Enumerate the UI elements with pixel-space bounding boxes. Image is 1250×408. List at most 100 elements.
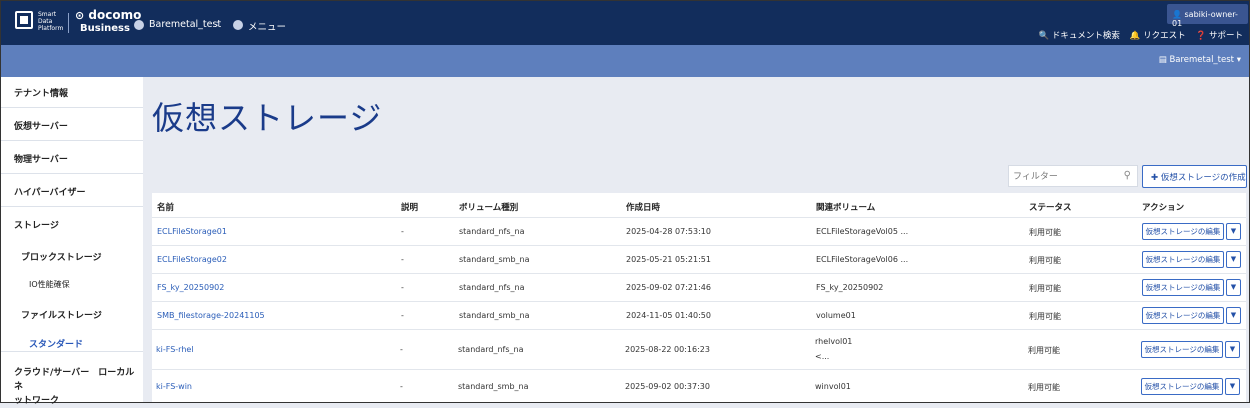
sidebar-item-io-performance[interactable]: IO性能確保 (29, 279, 70, 290)
related-volume-cell: ECLFileStorageVol06 ... (816, 255, 909, 264)
caret-down-icon: ▼ (1230, 283, 1237, 291)
action-dropdown-button[interactable]: ▼ (1225, 378, 1240, 395)
column-header-volume-type[interactable]: ボリューム種別 (459, 201, 518, 213)
status-cell: 利用可能 (1028, 383, 1060, 392)
table-row: ECLFileStorage01 - standard_nfs_na 2025-04-… (152, 217, 1246, 245)
related-volume-cell: FS_ky_20250902 (816, 283, 884, 292)
edit-virtual-storage-button[interactable]: 仮想ストレージの編集 (1141, 341, 1223, 358)
status-cell: 利用可能 (1029, 312, 1061, 321)
logo-divider (68, 13, 69, 33)
action-dropdown-button[interactable]: ▼ (1226, 279, 1241, 296)
column-header-action: アクション (1142, 203, 1185, 213)
created-at-cell: 2024-11-05 01:40:50 (626, 311, 711, 320)
caret-down-icon: ▼ (1230, 227, 1237, 235)
status-cell: 利用可能 (1029, 284, 1061, 293)
column-header-related-volume[interactable]: 関連ボリューム (816, 201, 875, 213)
storage-name-link[interactable]: ECLFileStorage02 (157, 255, 227, 264)
filter-field[interactable]: ⚲ (1008, 165, 1138, 187)
menu-icon (233, 20, 243, 30)
description-cell: - (400, 382, 403, 391)
top-header: Smart Data Platform ⊙ docomo Business Ba… (1, 1, 1249, 45)
edit-virtual-storage-button[interactable]: 仮想ストレージの編集 (1141, 378, 1223, 395)
caret-down-icon: ▼ (1230, 255, 1237, 263)
action-dropdown-button[interactable]: ▼ (1226, 223, 1241, 240)
storage-table: 名前 説明 ボリューム種別 作成日時 関連ボリューム ステータス アクション E… (152, 193, 1246, 402)
created-at-cell: 2025-09-02 07:21:46 (626, 283, 711, 292)
storage-name-link[interactable]: FS_ky_20250902 (157, 283, 224, 292)
table-row: FS_ky_20250902 - standard_nfs_na 2025-09-02… (152, 273, 1246, 301)
breadcrumb-separator-icon: › (216, 17, 221, 30)
volume-type-cell: standard_smb_na (459, 311, 530, 320)
column-header-description[interactable]: 説明 (401, 201, 418, 213)
edit-virtual-storage-button[interactable]: 仮想ストレージの編集 (1142, 251, 1224, 268)
column-header-name[interactable]: 名前 (157, 201, 174, 213)
sdp-logo-icon (15, 11, 33, 29)
related-volume-cell: winvol01 (815, 382, 851, 391)
related-volume-cell: rhelvol01 (815, 337, 853, 346)
action-dropdown-button[interactable]: ▼ (1226, 307, 1241, 324)
help-icon: ❓ (1195, 31, 1207, 41)
chevron-down-icon: ▾ (1236, 55, 1241, 65)
sidebar-item-virtual-server[interactable]: 仮想サーバー (1, 108, 143, 141)
edit-virtual-storage-button[interactable]: 仮想ストレージの編集 (1142, 223, 1224, 240)
table-row: ki-FS-win - standard_smb_na 2025-09-02 00:3… (152, 369, 1246, 402)
volume-type-cell: standard_smb_na (458, 382, 529, 391)
search-icon: ⚲ (1123, 170, 1131, 181)
caret-down-icon: ▼ (1229, 345, 1236, 353)
tenant-icon (134, 20, 144, 30)
business-logo: Business (80, 23, 130, 34)
status-cell: 利用可能 (1028, 346, 1060, 355)
status-cell: 利用可能 (1029, 228, 1061, 237)
tenant-selector[interactable]: ▤ Baremetal_test ▾ (1159, 55, 1241, 65)
volume-type-cell: standard_nfs_na (459, 283, 525, 292)
sdp-logo-text: Smart Data Platform (38, 11, 64, 32)
request-link[interactable]: 🔔 リクエスト (1130, 29, 1186, 41)
bell-icon: 🔔 (1129, 31, 1141, 41)
breadcrumb-tenant[interactable]: Baremetal_test (149, 19, 221, 30)
description-cell: - (400, 345, 403, 354)
search-icon: 🔍 (1038, 31, 1050, 41)
sidebar-item-file-storage[interactable]: ファイルストレージ (21, 308, 102, 321)
column-header-status[interactable]: ステータス (1029, 201, 1072, 213)
created-at-cell: 2025-08-22 00:16:23 (625, 345, 710, 354)
sidebar-item-tenant-info[interactable]: テナント情報 (1, 77, 143, 108)
description-cell: - (401, 311, 404, 320)
support-link[interactable]: ❓ サポート (1196, 29, 1243, 41)
sidebar-item-hypervisor[interactable]: ハイパーバイザー (1, 174, 143, 207)
caret-down-icon: ▼ (1229, 382, 1236, 390)
related-volume-cell: ECLFileStorageVol05 ... (816, 227, 909, 236)
volume-type-cell: standard_smb_na (459, 255, 530, 264)
create-virtual-storage-button[interactable]: ✚ 仮想ストレージの作成 (1142, 165, 1247, 188)
plus-icon: ✚ (1151, 173, 1159, 183)
sub-header: ▤ Baremetal_test ▾ (1, 45, 1249, 77)
sidebar-item-physical-server[interactable]: 物理サーバー (1, 141, 143, 174)
table-row: ECLFileStorage02 - standard_smb_na 2025-05-… (152, 245, 1246, 273)
description-cell: - (401, 227, 404, 236)
sidebar-item-standard[interactable]: スタンダード (29, 337, 83, 350)
breadcrumb-menu[interactable]: メニュー (248, 19, 286, 33)
sidebar-item-storage[interactable]: ストレージ (1, 207, 143, 352)
storage-name-link[interactable]: ECLFileStorage01 (157, 227, 227, 236)
action-dropdown-button[interactable]: ▼ (1226, 251, 1241, 268)
user-icon: 👤 (1172, 10, 1182, 19)
caret-down-icon: ▼ (1230, 311, 1237, 319)
status-cell: 利用可能 (1029, 256, 1061, 265)
storage-name-link[interactable]: ki-FS-rhel (156, 345, 194, 354)
user-name: sabiki-owner-01 (1172, 10, 1238, 28)
column-header-created[interactable]: 作成日時 (626, 201, 660, 213)
filter-input[interactable] (1009, 166, 1119, 186)
edit-virtual-storage-button[interactable]: 仮想ストレージの編集 (1142, 307, 1224, 324)
document-search-link[interactable]: 🔍 ドキュメント検索 (1039, 29, 1120, 41)
storage-name-link[interactable]: ki-FS-win (156, 382, 192, 391)
sidebar-item-cloud-local-network[interactable]: クラウド/サーバー ローカルネ ットワーク (1, 362, 143, 406)
user-menu[interactable]: 👤 sabiki-owner-01 (1167, 4, 1248, 28)
created-at-cell: 2025-04-28 07:53:10 (626, 227, 711, 236)
docomo-logo: ⊙ docomo (75, 8, 142, 23)
edit-virtual-storage-button[interactable]: 仮想ストレージの編集 (1142, 279, 1224, 296)
sidebar: テナント情報 仮想サーバー 物理サーバー ハイパーバイザー ストレージ ブロック… (1, 77, 143, 406)
related-volume-more: <... (815, 352, 830, 361)
header-links: 🔍 ドキュメント検索 🔔 リクエスト ❓ サポート (1039, 29, 1243, 41)
action-dropdown-button[interactable]: ▼ (1225, 341, 1240, 358)
storage-name-link[interactable]: SMB_filestorage-20241105 (157, 311, 265, 320)
sidebar-item-block-storage[interactable]: ブロックストレージ (21, 250, 102, 263)
